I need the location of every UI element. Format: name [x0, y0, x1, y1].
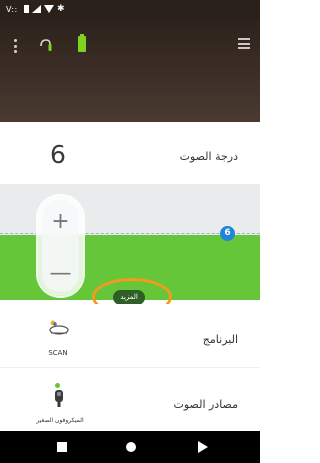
- status-text: V::: [6, 5, 18, 14]
- hamburger-menu-icon[interactable]: [238, 38, 250, 49]
- microphone-icon: [55, 390, 63, 407]
- back-icon[interactable]: [198, 441, 208, 453]
- hearing-aid-icon[interactable]: [38, 37, 54, 53]
- scan-label: SCAN: [48, 349, 68, 357]
- battery-icon: [78, 34, 86, 52]
- status-icons: ✱: [24, 4, 65, 14]
- microphone-label: الميكروفون الصغير: [36, 417, 84, 424]
- volume-value: 6: [50, 140, 66, 169]
- signal-icon: [32, 5, 41, 13]
- program-label: البرنامج: [202, 333, 238, 346]
- kebab-menu-icon[interactable]: [12, 39, 18, 53]
- wifi-icon: [44, 5, 54, 13]
- app-header: [0, 20, 260, 122]
- volume-down-button[interactable]: —: [42, 258, 79, 290]
- square-icon: [24, 5, 29, 13]
- active-indicator-dot: [55, 383, 60, 388]
- volume-up-button[interactable]: +: [42, 206, 79, 238]
- home-icon[interactable]: [126, 442, 136, 452]
- recents-icon[interactable]: [57, 442, 67, 452]
- sound-source-label: مصادر الصوت: [173, 398, 238, 411]
- status-bar: V:: ✱: [0, 0, 260, 20]
- level-badge: 6: [220, 226, 235, 241]
- more-button[interactable]: المزيد: [113, 290, 145, 305]
- bluetooth-icon: ✱: [57, 4, 65, 14]
- volume-label: درجة الصوت: [179, 150, 238, 163]
- scan-program-icon: [49, 320, 69, 335]
